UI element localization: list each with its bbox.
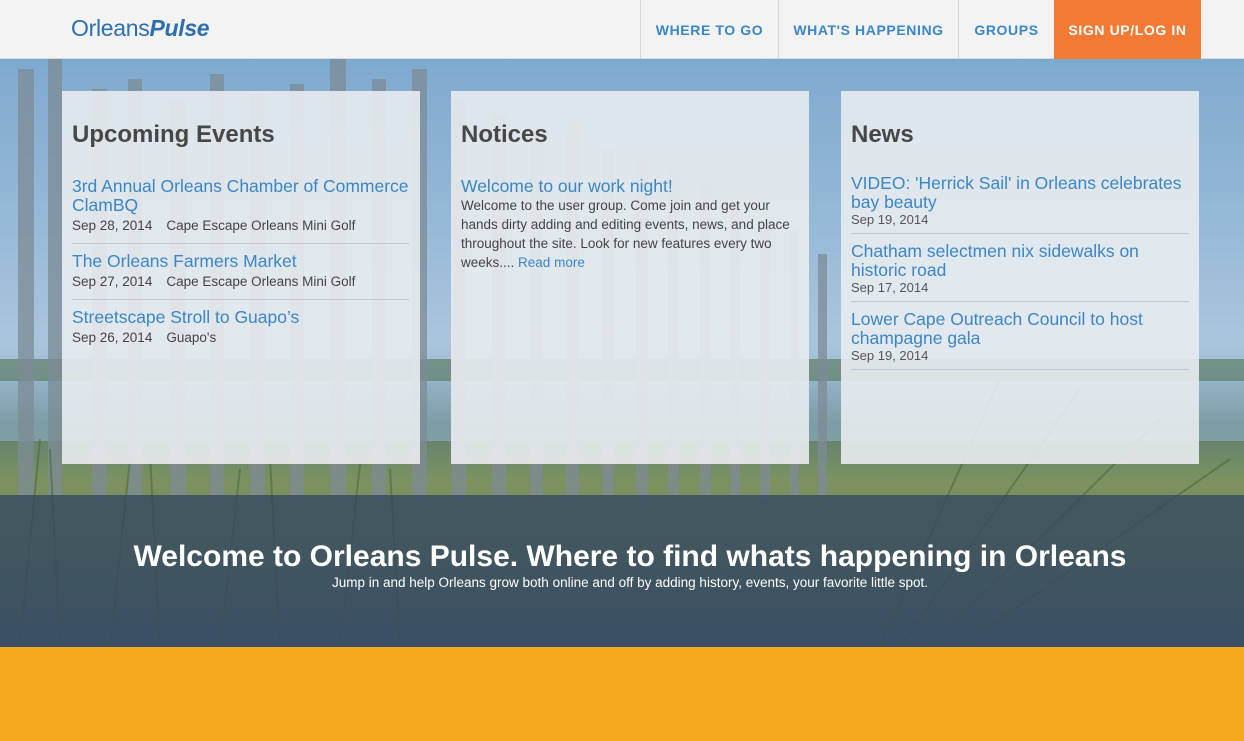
event-meta: Sep 28, 2014 Cape Escape Orleans Mini Gol… — [72, 217, 409, 235]
nav-whats-happening[interactable]: WHAT'S HAPPENING — [778, 0, 958, 59]
event-title-link[interactable]: 3rd Annual Orleans Chamber of Commerce C… — [72, 177, 409, 215]
welcome-banner: Welcome to Orleans Pulse. Where to find … — [0, 495, 1244, 647]
read-more-link[interactable]: Read more — [518, 255, 585, 270]
site-logo[interactable]: OrleansPulse — [71, 15, 210, 42]
news-date: Sep 19, 2014 — [851, 348, 929, 363]
logo-text-orleans: Orleans — [71, 15, 150, 41]
event-place: Cape Escape Orleans Mini Golf — [166, 218, 356, 233]
notice-item: Welcome to our work night! Welcome to th… — [461, 177, 801, 272]
news-date: Sep 17, 2014 — [851, 280, 929, 295]
event-list: 3rd Annual Orleans Chamber of Commerce C… — [72, 177, 409, 363]
logo-text-pulse: Pulse — [149, 15, 210, 41]
news-heading: News — [851, 121, 914, 148]
news-list: VIDEO: 'Herrick Sail' in Orleans celebra… — [851, 174, 1189, 378]
news-date: Sep 19, 2014 — [851, 212, 929, 227]
signup-login-button[interactable]: SIGN UP/LOG IN — [1054, 0, 1201, 59]
news-item: Lower Cape Outreach Council to host cham… — [851, 310, 1189, 370]
news-item: VIDEO: 'Herrick Sail' in Orleans celebra… — [851, 174, 1189, 234]
upcoming-events-panel: Upcoming Events 3rd Annual Orleans Chamb… — [62, 91, 420, 464]
notice-body: Welcome to the user group. Come join and… — [461, 196, 801, 272]
event-item: 3rd Annual Orleans Chamber of Commerce C… — [72, 177, 409, 244]
main-nav: WHERE TO GO WHAT'S HAPPENING GROUPS SIGN… — [640, 0, 1201, 59]
news-title-link[interactable]: Lower Cape Outreach Council to host cham… — [851, 310, 1189, 348]
footer-band — [0, 647, 1244, 741]
news-item: Chatham selectmen nix sidewalks on histo… — [851, 242, 1189, 302]
event-date: Sep 26, 2014 — [72, 330, 153, 345]
top-navigation-bar: OrleansPulse WHERE TO GO WHAT'S HAPPENIN… — [0, 0, 1244, 59]
event-title-link[interactable]: Streetscape Stroll to Guapo’s — [72, 308, 409, 327]
welcome-subline: Jump in and help Orleans grow both onlin… — [331, 575, 929, 590]
notice-title-link[interactable]: Welcome to our work night! — [461, 177, 801, 196]
notices-heading: Notices — [461, 121, 548, 148]
news-title-link[interactable]: Chatham selectmen nix sidewalks on histo… — [851, 242, 1189, 280]
event-date: Sep 28, 2014 — [72, 218, 153, 233]
nav-groups[interactable]: GROUPS — [958, 0, 1054, 59]
upcoming-events-heading: Upcoming Events — [72, 121, 275, 148]
nav-where-to-go[interactable]: WHERE TO GO — [640, 0, 778, 59]
event-date: Sep 27, 2014 — [72, 274, 153, 289]
event-title-link[interactable]: The Orleans Farmers Market — [72, 252, 409, 271]
news-title-link[interactable]: VIDEO: 'Herrick Sail' in Orleans celebra… — [851, 174, 1189, 212]
welcome-headline: Welcome to Orleans Pulse. Where to find … — [133, 540, 1127, 573]
notices-panel: Notices Welcome to our work night! Welco… — [451, 91, 809, 464]
news-panel: News VIDEO: 'Herrick Sail' in Orleans ce… — [841, 91, 1199, 464]
event-place: Guapo's — [166, 330, 217, 345]
event-item: Streetscape Stroll to Guapo’s Sep 26, 20… — [72, 308, 409, 355]
event-place: Cape Escape Orleans Mini Golf — [166, 274, 356, 289]
event-meta: Sep 26, 2014 Guapo's — [72, 329, 409, 347]
notice-body-text: Welcome to the user group. Come join and… — [461, 198, 790, 270]
event-item: The Orleans Farmers Market Sep 27, 2014 C… — [72, 252, 409, 300]
event-meta: Sep 27, 2014 Cape Escape Orleans Mini Gol… — [72, 273, 409, 291]
